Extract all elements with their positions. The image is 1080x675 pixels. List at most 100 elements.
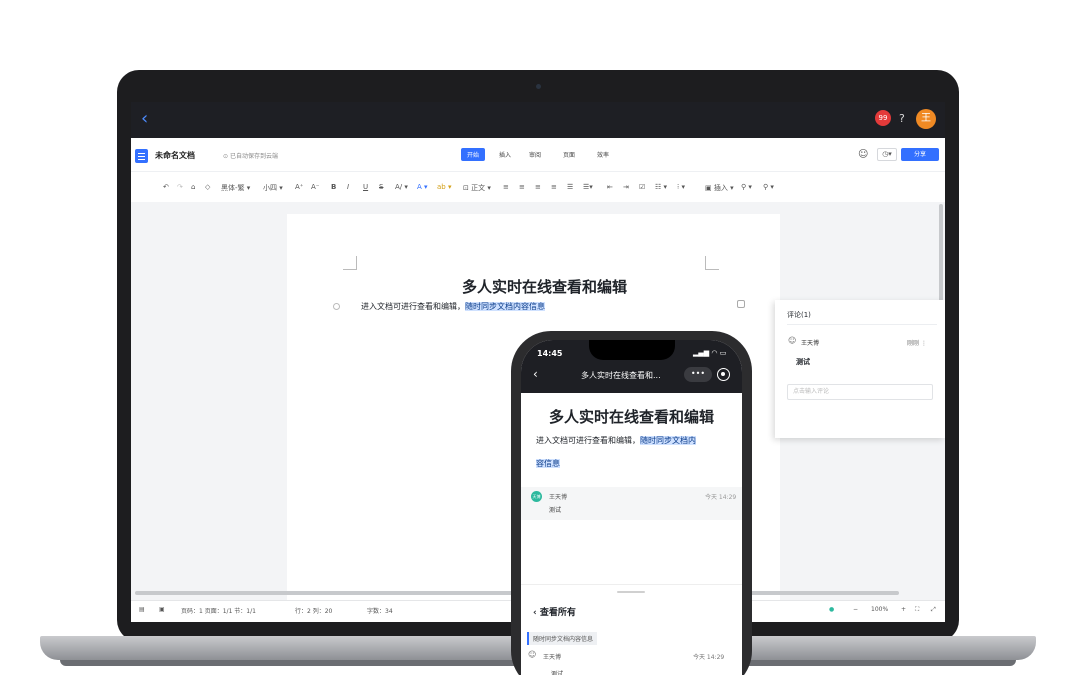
comment-input[interactable]: 点击输入评论 [787,384,933,400]
document-title[interactable]: 多人实时在线查看和编辑 [287,276,780,297]
word-count: 字数：34 [367,608,393,615]
phone-comment-card[interactable]: 天博 王天博 今天 14:29 测试 [521,487,742,520]
bold-button[interactable]: B [331,183,336,191]
comment-more-icon[interactable]: ⋮ [921,340,927,347]
page-view-icon[interactable]: ▣ [159,606,165,613]
undo-icon[interactable]: ↶ [163,183,169,191]
insert-menu[interactable]: ▣ 插入 ▾ [705,183,734,193]
sheet-comment-time: 今天 14:29 [693,654,725,661]
comment-time: 刚刚 ⋮ [907,338,927,347]
help-icon[interactable]: ? [899,112,905,125]
phone-header: 14:45 ▂▄▆ ◠ ▭ ‹ 多人实时在线查看和... ••• [521,340,742,393]
redo-icon[interactable]: ↷ [177,183,183,191]
share-button[interactable]: 分享 [901,148,939,161]
commenter-name: 王天博 [801,340,820,347]
tab-start[interactable]: 开始 [461,148,486,161]
italic-button[interactable]: I [347,183,349,191]
phone-comment-avatar: 天博 [531,491,542,502]
page-corner-left [343,256,357,270]
style-select[interactable]: ⊡ 正文 ▾ [463,183,491,193]
font-size-select[interactable]: 小四 ▾ [263,183,283,193]
phone-document-title[interactable]: 多人实时在线查看和编辑 [521,406,742,427]
distribute-icon[interactable]: ☰ [567,183,573,191]
save-status: ⊙ 已自动保存到云端 [223,153,278,160]
strikethrough-button[interactable]: S [379,183,383,191]
user-avatar[interactable]: 王 [916,109,936,129]
phone-comment-user: 王天博 [549,494,568,501]
document-body[interactable]: 进入文档可进行查看和编辑，随时同步文档内容信息 [361,301,545,312]
tab-page[interactable]: 页面 [563,150,575,159]
tab-review[interactable]: 审阅 [529,150,541,159]
view-all-header[interactable]: ‹ 查看所有 [533,605,576,618]
sheet-comment-text: 测试 [551,671,564,675]
style-select-value: 正文 [471,184,486,192]
phone-notch [589,340,675,360]
phone-close-icon[interactable] [717,368,730,381]
document-name[interactable]: 未命名文档 [155,150,195,161]
font-select[interactable]: 黑体-繁 ▾ [221,183,250,193]
phone-clock: 14:45 [537,349,563,358]
highlight-color-icon[interactable]: ab ▾ [437,183,451,191]
superscript-icon[interactable]: A/ ▾ [395,183,408,191]
divider [787,324,937,325]
cursor-position: 行：2 列：20 [295,608,333,615]
zoom-out-button[interactable]: − [853,606,858,613]
zoom-level[interactable]: 100% [871,606,888,613]
paragraph-handle-icon[interactable] [333,303,340,310]
phone-screen: 14:45 ▂▄▆ ◠ ▭ ‹ 多人实时在线查看和... ••• 多人实时在线查… [521,340,742,675]
collab-status-icon[interactable]: ● [829,606,834,613]
product-showcase: ‹ 99 ? 王 未命名文档 ⊙ 已自动保存到云端 开始 插入 审阅 页面 效率… [0,0,1080,675]
fit-width-icon[interactable]: ⛶ [915,606,919,614]
fullscreen-icon[interactable]: ⤢ [931,606,936,614]
page-corner-right [705,256,719,270]
back-arrow-icon[interactable]: ‹ [141,110,148,128]
phone-body-text: 进入文档可进行查看和编辑， [536,436,640,445]
notification-badge[interactable]: 99 [875,110,891,126]
align-left-icon[interactable]: ≡ [503,183,509,191]
sheet-avatar-icon: ☺ [528,650,537,659]
phone-more-button[interactable]: ••• [684,367,712,382]
phone-comments-sheet: ‹ 查看所有 随时同步文档内容信息 ☺ 王天博 今天 14:29 测试 [521,584,742,675]
insert-menu-label: 插入 [713,184,728,192]
tab-insert[interactable]: 插入 [499,150,511,159]
phone-body-line-1[interactable]: 进入文档可进行查看和编辑，随时同步文档内 [536,435,696,446]
save-status-text: 已自动保存到云端 [229,153,278,160]
indent-increase-icon[interactable]: ⇥ [623,183,629,191]
phone-highlighted-text-2[interactable]: 容信息 [536,459,560,468]
phone-back-icon[interactable]: ‹ [533,367,538,381]
highlighted-text[interactable]: 随时同步文档内容信息 [465,302,545,311]
document-titlebar: 未命名文档 ⊙ 已自动保存到云端 开始 插入 审阅 页面 效率 ☺ ◷▾ 分享 [131,138,945,172]
sheet-drag-handle[interactable] [617,591,645,593]
phone-highlighted-text-1[interactable]: 随时同步文档内 [640,436,696,445]
history-button[interactable]: ◷▾ [877,148,897,161]
tab-efficiency[interactable]: 效率 [597,150,609,159]
clear-format-icon[interactable]: ◇ [205,183,210,191]
numbered-list-icon[interactable]: ⁝ ▾ [677,183,685,191]
document-icon [135,149,148,163]
comment-panel: 评论(1) ☺ 王天博 刚刚 ⋮ 测试 点击输入评论 [775,300,945,438]
format-painter-icon[interactable]: ⌂ [191,183,195,191]
font-color-icon[interactable]: A ▾ [417,183,428,191]
increase-font-icon[interactable]: A⁺ [295,183,303,191]
link-icon[interactable]: ⚲ ▾ [741,183,752,191]
decrease-font-icon[interactable]: A⁻ [311,183,319,191]
sheet-comment-user: 王天博 [543,654,562,661]
phone-status-icons: ▂▄▆ ◠ ▭ [693,349,727,357]
search-icon[interactable]: ⚲ ▾ [763,183,774,191]
phone-comment-text: 测试 [549,507,562,514]
outline-icon[interactable]: ▤ [139,606,145,613]
bullet-list-icon[interactable]: ☷ ▾ [655,183,667,191]
phone-body-line-2[interactable]: 容信息 [536,458,560,469]
checklist-icon[interactable]: ☑ [639,183,645,191]
zoom-in-button[interactable]: + [901,606,906,613]
commenter-avatar-icon: ☺ [788,336,797,345]
underline-button[interactable]: U [363,183,368,191]
collaborators-icon[interactable]: ☺ [858,149,868,160]
comment-marker-icon[interactable] [737,300,745,308]
view-all-label: 查看所有 [539,608,576,618]
line-spacing-icon[interactable]: ☰▾ [583,183,593,191]
indent-decrease-icon[interactable]: ⇤ [607,183,613,191]
align-center-icon[interactable]: ≡ [519,183,525,191]
align-right-icon[interactable]: ≡ [535,183,541,191]
justify-icon[interactable]: ≡ [551,183,557,191]
